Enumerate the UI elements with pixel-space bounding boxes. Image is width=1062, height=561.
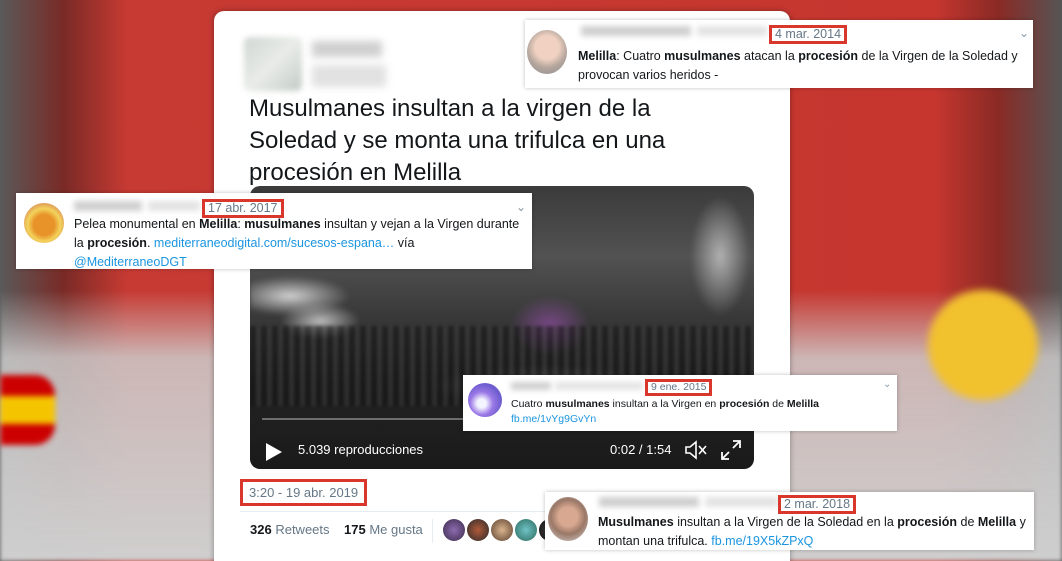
blurred-username[interactable]: [74, 201, 142, 211]
likers-avatars: [432, 519, 561, 543]
chevron-down-icon[interactable]: ⌄: [516, 200, 526, 214]
text-segment: de: [769, 398, 787, 410]
play-icon[interactable]: [266, 443, 282, 461]
tweet-text: Cuatro musulmanes insultan a la Virgen e…: [511, 397, 891, 427]
text-melilla: Melilla: [977, 515, 1017, 529]
text-segment: atacan la: [740, 49, 799, 63]
tweet-link[interactable]: fb.me/19X5kZPxQ: [711, 534, 813, 548]
avatar[interactable]: [527, 30, 567, 74]
text-melilla: Melilla: [786, 398, 820, 410]
blurred-handle: [697, 26, 767, 36]
tweet-date[interactable]: 4 mar. 2014: [769, 25, 848, 44]
blurred-username[interactable]: [312, 41, 382, 57]
text-segment: vía: [394, 236, 415, 250]
tweet-stats: 326 Retweets 175 Me gusta: [250, 522, 423, 537]
video-time: 0:02 / 1:54: [610, 442, 672, 457]
blurred-handle: [555, 382, 643, 390]
tweet-text: Pelea monumental en Melilla: musulmanes …: [74, 215, 524, 272]
main-tweet-card: Musulmanes insultan a la virgen de la So…: [214, 11, 790, 561]
text-procesion: procesión: [87, 236, 147, 250]
retweets-count[interactable]: 326: [250, 522, 272, 537]
tweet-timestamp[interactable]: 3:20 - 19 abr. 2019: [240, 479, 368, 506]
retweets-label[interactable]: Retweets: [275, 522, 329, 537]
video-views: 5.039 reproducciones: [298, 442, 424, 457]
tweet-snippet-2018: 2 mar. 2018 Musulmanes insultan a la Vir…: [545, 492, 1034, 550]
fullscreen-icon[interactable]: [720, 439, 742, 461]
liker-avatar[interactable]: [467, 519, 489, 541]
tweet-snippet-2014: 4 mar. 2014 ⌄ Melilla: Cuatro musulmanes…: [525, 20, 1033, 88]
blurred-handle: [148, 201, 200, 211]
text-procesion: procesión: [798, 49, 859, 63]
text-segment: .: [146, 236, 154, 250]
text-musulmanes: musulmanes: [244, 217, 321, 231]
likes-label[interactable]: Me gusta: [369, 522, 422, 537]
text-melilla: Melilla: [199, 217, 238, 231]
mute-icon[interactable]: [684, 439, 708, 461]
tweet-snippet-2017: 17 abr. 2017 ⌄ Pelea monumental en Melil…: [16, 193, 532, 269]
text-melilla: Melilla: [578, 49, 617, 63]
avatar[interactable]: [548, 497, 588, 541]
text-musulmanes: Musulmanes: [598, 515, 674, 529]
text-procesion: procesión: [897, 515, 958, 529]
avatar[interactable]: [24, 203, 64, 243]
chevron-down-icon[interactable]: ⌄: [1019, 26, 1029, 40]
blurred-handle: [312, 65, 386, 87]
text-segment: insultan a la Virgen de la Soledad en la: [673, 515, 898, 529]
tweet-date[interactable]: 2 mar. 2018: [778, 495, 857, 514]
background-flag: [0, 375, 55, 445]
avatar[interactable]: [468, 383, 502, 417]
liker-avatar[interactable]: [491, 519, 513, 541]
likes-count[interactable]: 175: [344, 522, 366, 537]
blurred-username[interactable]: [511, 382, 551, 390]
text-musulmanes: musulmanes: [664, 49, 741, 63]
text-musulmanes: musulmanes: [545, 398, 610, 410]
text-segment: Cuatro: [511, 398, 546, 410]
tweet-snippet-2015: 9 ene. 2015 ⌄ Cuatro musulmanes insultan…: [463, 375, 897, 431]
blurred-username[interactable]: [599, 497, 699, 507]
text-segment: insultan a la Virgen en: [609, 398, 720, 410]
text-procesion: procesión: [719, 398, 770, 410]
chevron-down-icon[interactable]: ⌄: [883, 379, 891, 390]
mention-link[interactable]: @MediterraneoDGT: [74, 255, 187, 269]
liker-avatar[interactable]: [515, 519, 537, 541]
liker-avatar[interactable]: [443, 519, 465, 541]
blurred-username[interactable]: [581, 26, 691, 36]
avatar[interactable]: [244, 37, 302, 91]
text-segment: Pelea monumental en: [74, 217, 200, 231]
tweet-link[interactable]: fb.me/1vYg9GvYn: [511, 413, 596, 425]
tweet-date[interactable]: 9 ene. 2015: [645, 379, 713, 396]
tweet-text: Musulmanes insultan a la Virgen de la So…: [598, 513, 1030, 551]
text-segment: : Cuatro: [616, 49, 665, 63]
tweet-link[interactable]: mediterraneodigital.com/sucesos-espana…: [154, 236, 394, 250]
text-segment: de: [957, 515, 978, 529]
blurred-handle: [705, 497, 779, 507]
background-emoji: [928, 290, 1038, 400]
tweet-text: Melilla: Cuatro musulmanes atacan la pro…: [578, 47, 1028, 85]
tweet-headline: Musulmanes insultan a la virgen de la So…: [249, 95, 666, 186]
